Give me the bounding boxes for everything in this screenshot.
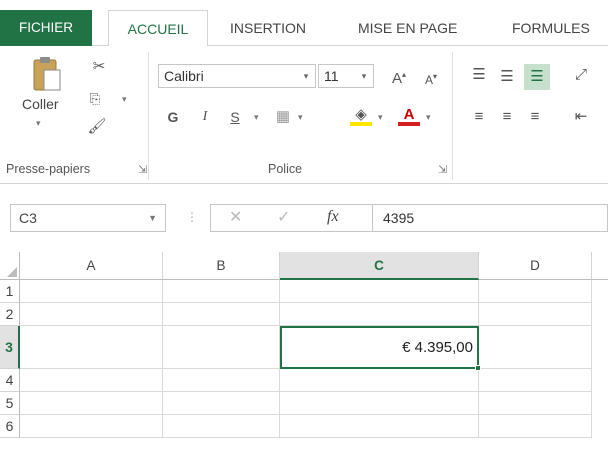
chevron-down-icon[interactable]: ▾ [357, 65, 371, 87]
column-header-a[interactable]: A [20, 252, 163, 280]
enter-icon[interactable]: ✓ [277, 207, 290, 227]
font-size-combo[interactable]: 11 ▾ [318, 64, 374, 88]
align-center-icon[interactable]: ≡ [496, 106, 518, 128]
cell-d1[interactable] [479, 280, 592, 303]
cell-d3[interactable] [479, 326, 592, 369]
cell-c1[interactable] [280, 280, 479, 303]
font-color-icon[interactable]: A [398, 104, 420, 126]
copy-icon[interactable]: ⎘ [84, 88, 106, 110]
cell-b2[interactable] [163, 303, 280, 326]
cell-d2[interactable] [479, 303, 592, 326]
formula-bar: C3 ▼ ⋮ ✕ ✓ fx 4395 [0, 196, 608, 236]
ribbon-tabs: FICHIER ACCUEIL INSERTION MISE EN PAGE F… [0, 0, 608, 47]
bold-button[interactable]: G [162, 106, 184, 128]
cell-a2[interactable] [20, 303, 163, 326]
font-name-combo[interactable]: Calibri ▾ [158, 64, 316, 88]
align-right-icon[interactable]: ≡ [524, 106, 546, 128]
row-header-2[interactable]: 2 [0, 303, 20, 326]
row-header-5[interactable]: 5 [0, 392, 20, 415]
borders-dropdown-icon[interactable]: ▾ [298, 112, 303, 123]
underline-dropdown-icon[interactable]: ▾ [254, 112, 259, 123]
row-header-1[interactable]: 1 [0, 280, 20, 303]
paste-label: Coller [22, 96, 59, 112]
decrease-indent-icon[interactable]: ⇤ [570, 106, 592, 128]
font-launcher-icon[interactable]: ⇲ [438, 163, 447, 176]
cell-c6[interactable] [280, 415, 479, 438]
separator [452, 52, 453, 180]
format-painter-icon[interactable]: 🖌 [86, 116, 108, 138]
align-top-icon[interactable]: ☰ [468, 64, 490, 86]
cell-c5[interactable] [280, 392, 479, 415]
cut-icon[interactable]: ✂ [88, 56, 110, 78]
tab-home[interactable]: ACCUEIL [108, 10, 208, 47]
row-header-6[interactable]: 6 [0, 415, 20, 438]
cell-c2[interactable] [280, 303, 479, 326]
cancel-icon[interactable]: ✕ [229, 207, 242, 227]
paste-icon [33, 57, 61, 91]
align-bottom-icon[interactable]: ☰ [524, 64, 550, 90]
cell-c4[interactable] [280, 369, 479, 392]
cell-a1[interactable] [20, 280, 163, 303]
cell-b4[interactable] [163, 369, 280, 392]
fill-color-dropdown-icon[interactable]: ▾ [378, 112, 383, 123]
cell-c3[interactable]: € 4.395,00 [280, 326, 479, 369]
chevron-down-icon[interactable]: ▾ [299, 65, 313, 87]
paste-button[interactable]: Coller ▾ [22, 52, 66, 148]
underline-button[interactable]: S [224, 106, 246, 128]
font-color-dropdown-icon[interactable]: ▾ [426, 112, 431, 123]
font-group-label: Police [268, 162, 303, 176]
align-middle-icon[interactable]: ☰ [496, 66, 518, 88]
font-size-value: 11 [324, 68, 339, 84]
formula-input[interactable]: 4395 [372, 204, 608, 232]
cell-a6[interactable] [20, 415, 163, 438]
paste-dropdown-icon[interactable]: ▾ [36, 118, 41, 129]
formula-controls: ✕ ✓ fx [210, 204, 372, 232]
cell-d6[interactable] [479, 415, 592, 438]
align-left-icon[interactable]: ≡ [468, 106, 490, 128]
cell-b6[interactable] [163, 415, 280, 438]
tab-formulas[interactable]: FORMULES [512, 10, 590, 46]
column-header-d[interactable]: D [479, 252, 592, 280]
cell-a5[interactable] [20, 392, 163, 415]
clipboard-launcher-icon[interactable]: ⇲ [138, 163, 147, 176]
column-header-c[interactable]: C [280, 252, 479, 280]
tab-insert[interactable]: INSERTION [230, 10, 306, 46]
column-header-e[interactable] [592, 252, 608, 280]
cell-a3[interactable] [20, 326, 163, 369]
select-all-icon [7, 267, 17, 277]
decrease-font-icon[interactable]: A▾ [420, 66, 442, 88]
row-header-4[interactable]: 4 [0, 369, 20, 392]
copy-dropdown-icon[interactable]: ▾ [122, 94, 127, 105]
cell-a4[interactable] [20, 369, 163, 392]
name-box-value: C3 [19, 210, 37, 226]
select-all-corner[interactable] [0, 252, 20, 280]
ribbon: Coller ▾ ✂ ⎘ ▾ 🖌 Presse-papiers ⇲ Calibr… [0, 46, 608, 184]
borders-icon[interactable]: ▦ [272, 106, 294, 128]
tab-file[interactable]: FICHIER [0, 10, 92, 46]
italic-button[interactable]: I [194, 106, 216, 128]
cell-b3[interactable] [163, 326, 280, 369]
fill-color-icon[interactable]: ◈ [350, 104, 372, 126]
increase-font-icon[interactable]: A▴ [388, 64, 410, 87]
cell-d4[interactable] [479, 369, 592, 392]
insert-function-icon[interactable]: fx [327, 208, 339, 226]
chevron-down-icon[interactable]: ▼ [148, 205, 157, 231]
orientation-icon[interactable]: ⤢ [570, 64, 592, 86]
clipboard-group-label: Presse-papiers [6, 162, 91, 176]
cell-b5[interactable] [163, 392, 280, 415]
formula-bar-grip-icon[interactable]: ⋮ [186, 210, 198, 224]
worksheet-grid: A B C D 1 2 3 4 5 6 € 4.395,00 [0, 252, 608, 451]
row-header-3[interactable]: 3 [0, 326, 20, 369]
column-header-b[interactable]: B [163, 252, 280, 280]
font-name-value: Calibri [164, 68, 204, 84]
tab-page-layout[interactable]: MISE EN PAGE [358, 10, 457, 46]
separator [148, 52, 149, 180]
name-box[interactable]: C3 ▼ [10, 204, 166, 232]
cell-d5[interactable] [479, 392, 592, 415]
cell-b1[interactable] [163, 280, 280, 303]
fill-handle[interactable] [475, 365, 481, 371]
